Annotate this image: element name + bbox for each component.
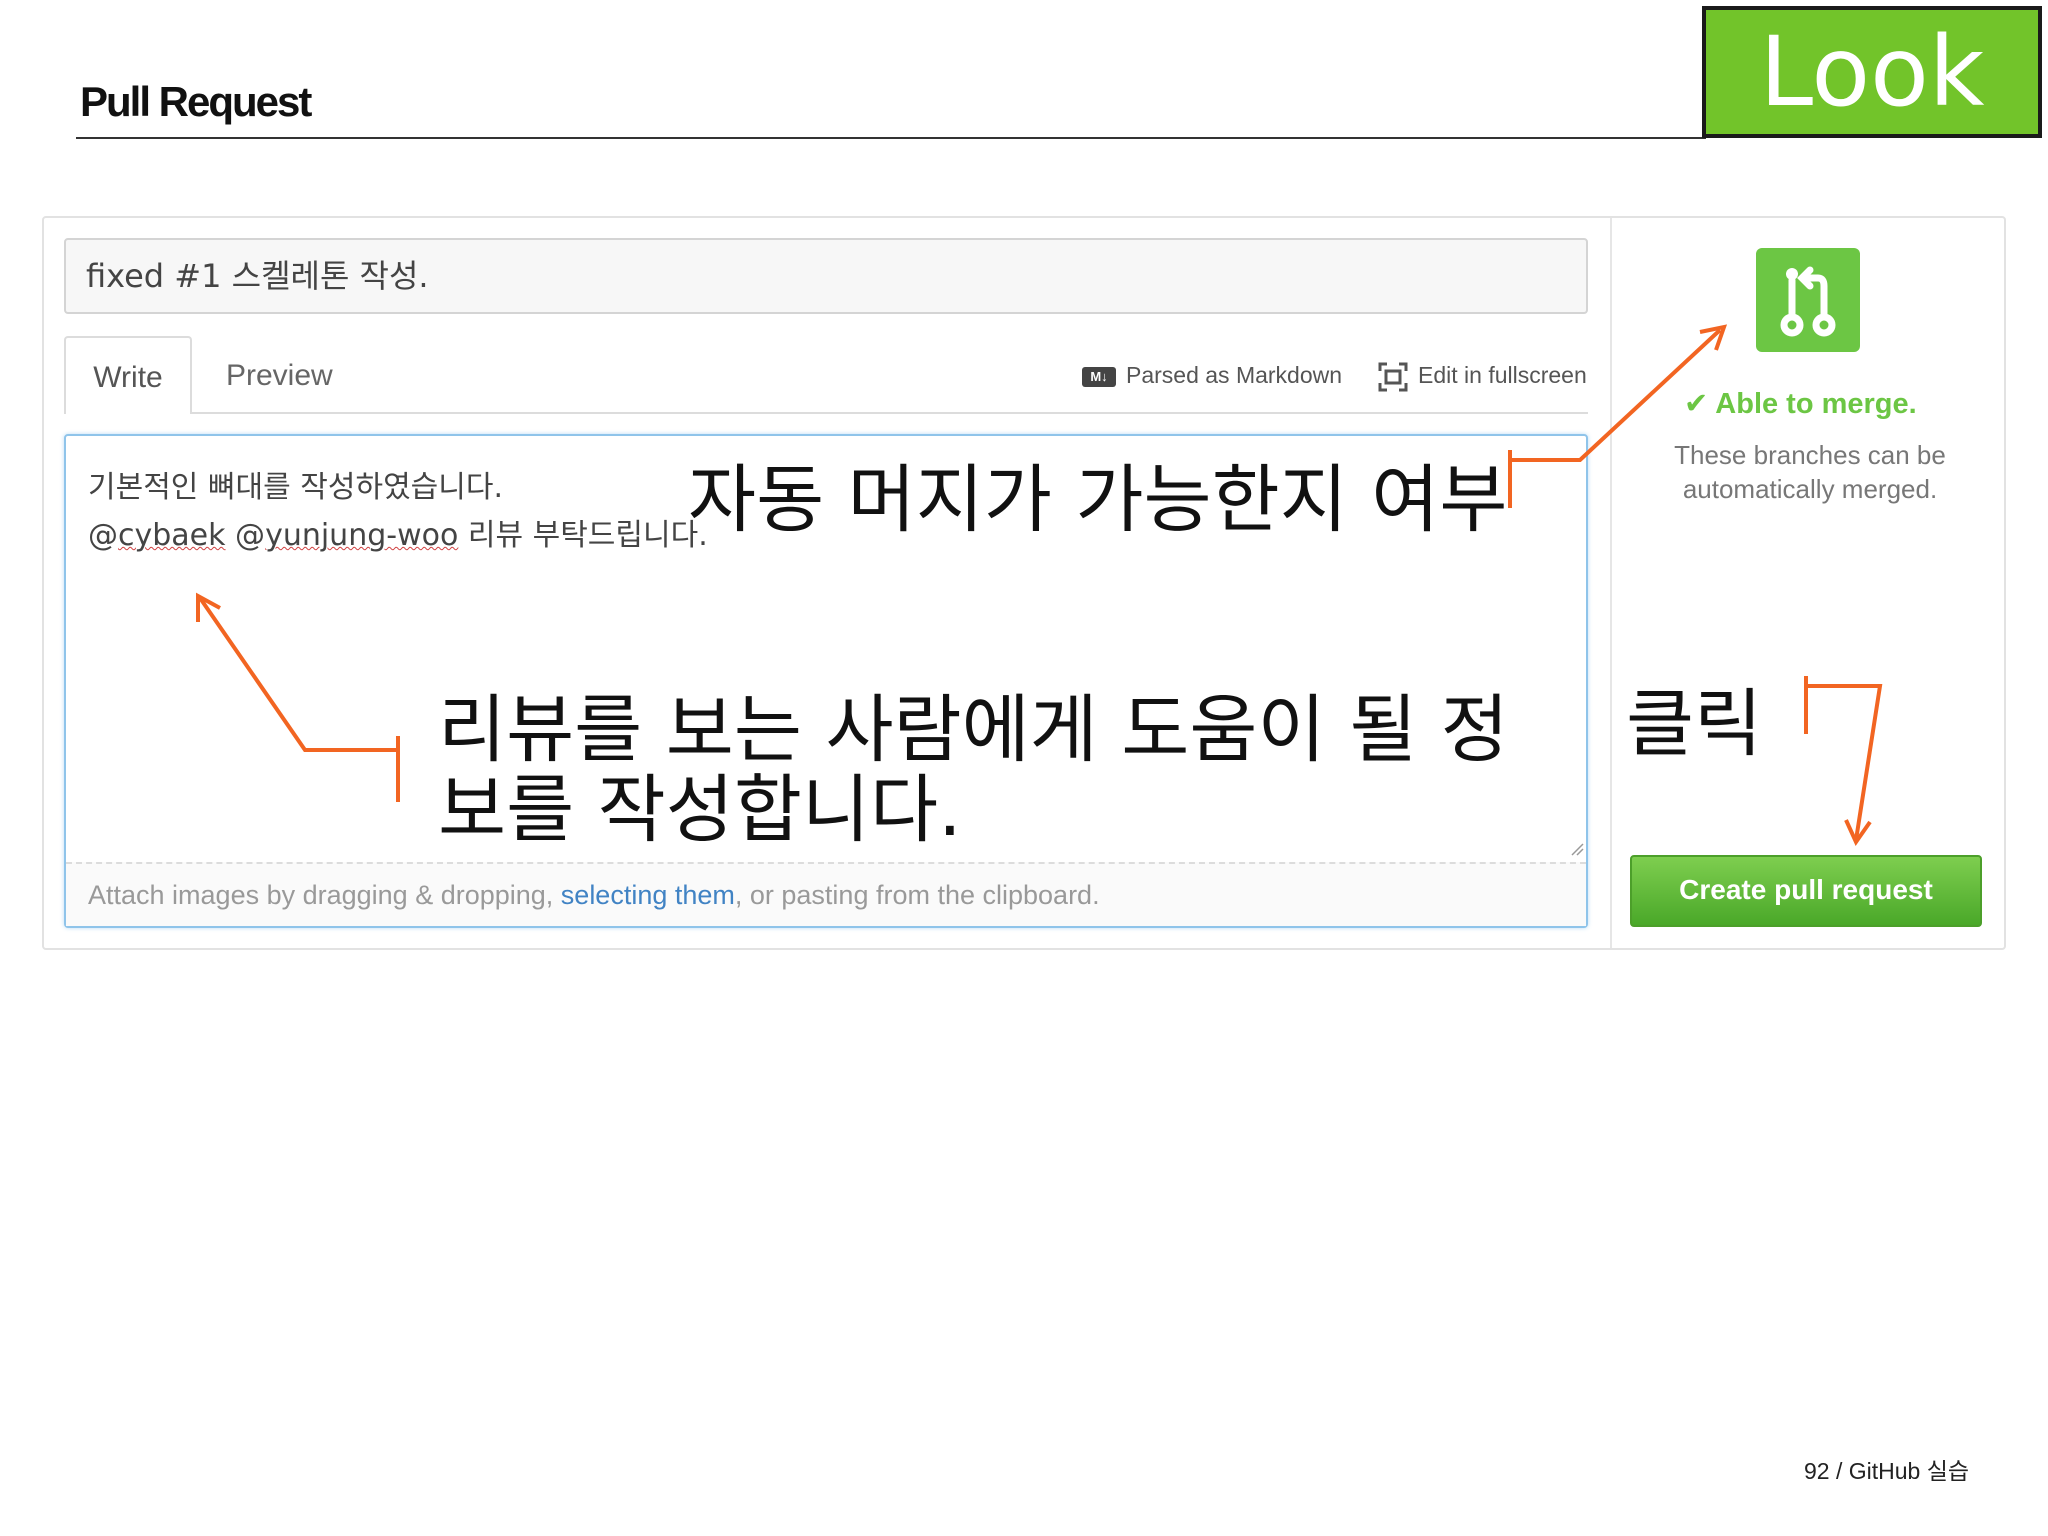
annotation-arrows [196, 324, 1883, 847]
slide-footer: 92 / GitHub 실습 [1804, 1458, 1970, 1484]
arrow-click [1804, 676, 1883, 841]
arrow-merge [1508, 328, 1722, 508]
arrow-review [198, 596, 400, 802]
